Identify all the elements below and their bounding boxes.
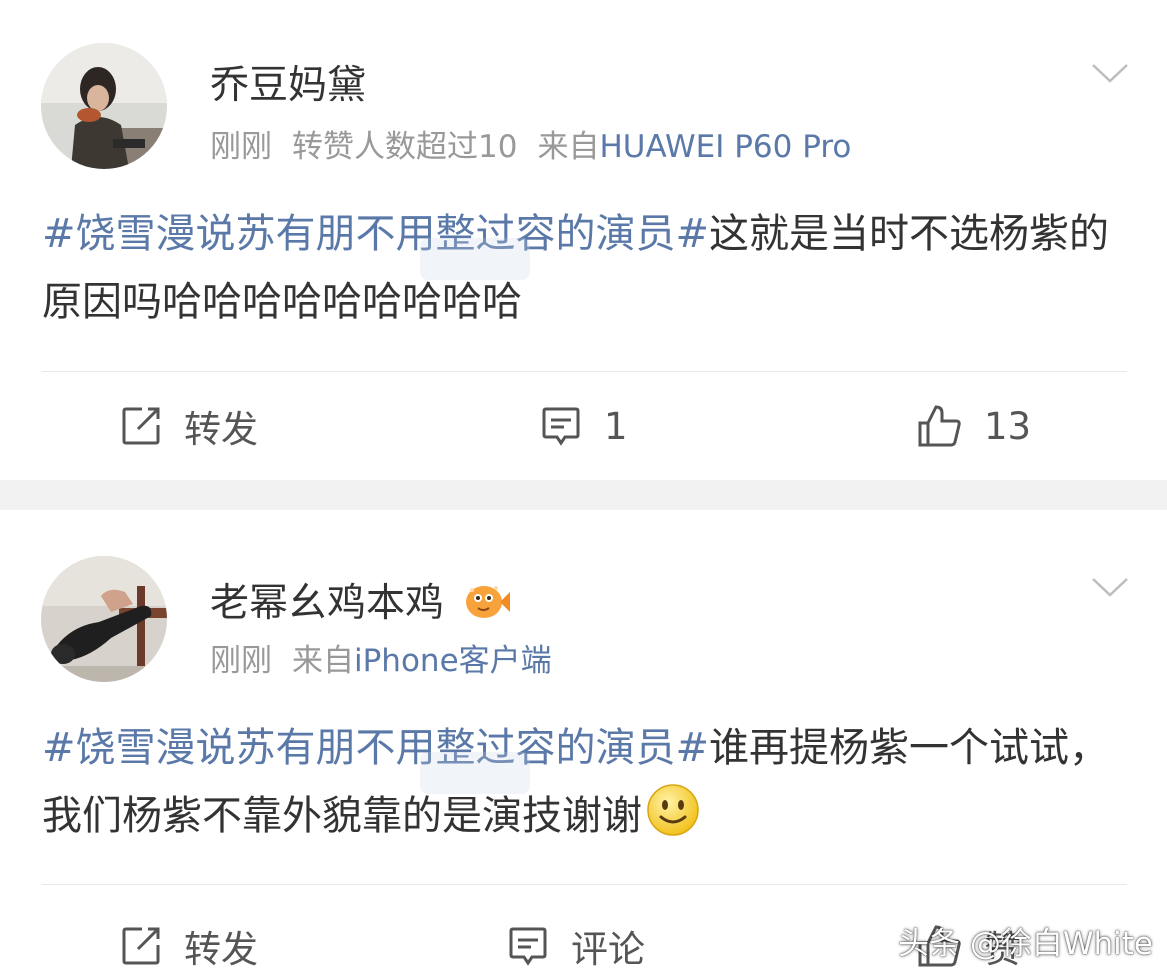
fish-badge-icon	[466, 586, 511, 618]
source-device-link[interactable]: iPhone客户端	[354, 643, 552, 679]
post-separator	[0, 480, 1167, 510]
post-content: #饶雪漫说苏有朋不用整过容的演员#这就是当时不选杨紫的原因吗哈哈哈哈哈哈哈哈哈	[42, 200, 1127, 336]
source-device-link[interactable]: HUAWEI P60 Pro	[599, 129, 851, 165]
repost-label: 转发	[184, 928, 258, 971]
post-meta: 刚刚 来自iPhone客户端	[210, 646, 552, 677]
like-icon	[918, 405, 961, 447]
avatar[interactable]	[41, 556, 167, 682]
image-watermark-mark	[420, 238, 530, 280]
source-prefix: 来自	[537, 129, 600, 165]
avatar-photo-icon	[41, 43, 167, 169]
divider	[42, 371, 1127, 372]
username-text: 老幂幺鸡本鸡	[210, 581, 445, 626]
watermark-text: 头条 @徐白White	[898, 926, 1153, 962]
comment-label: 评论	[571, 928, 645, 971]
repost-label: 转发	[184, 408, 258, 451]
avatar-photo-icon	[41, 556, 167, 682]
username[interactable]: 乔豆妈黛	[210, 66, 366, 105]
topic-link[interactable]: #饶雪漫说苏有朋不用整过容的演员#	[42, 725, 709, 771]
source-prefix: 来自	[292, 643, 354, 679]
repost-icon	[122, 407, 160, 445]
comment-button[interactable]: 评论	[507, 922, 645, 971]
post-content: #饶雪漫说苏有朋不用整过容的演员#谁再提杨紫一个试试，我们杨紫不靠外貌靠的是演技…	[42, 714, 1127, 850]
repost-button[interactable]: 转发	[120, 402, 258, 451]
feed-post: 乔豆妈黛 刚刚 转赞人数超过10 来自HUAWEI P60 Pro #饶雪漫说苏有朋…	[0, 0, 1167, 480]
feed-post: 老幂幺鸡本鸡 刚刚 来自iPhone客户端 #饶雪漫说苏有朋不用整过容的演员#谁再…	[0, 510, 1167, 978]
chevron-down-icon[interactable]	[1091, 576, 1129, 598]
post-time: 刚刚	[210, 129, 272, 165]
topic-link[interactable]: #饶雪漫说苏有朋不用整过容的演员#	[42, 211, 709, 257]
like-button[interactable]: 13	[916, 402, 1031, 450]
repost-note: 转赞人数超过10	[292, 129, 518, 165]
repost-button[interactable]: 转发	[120, 922, 258, 971]
like-count: 13	[984, 404, 1032, 448]
comment-count: 1	[604, 404, 628, 448]
comment-icon	[509, 927, 547, 966]
comment-button[interactable]: 1	[540, 402, 628, 450]
avatar[interactable]	[41, 43, 167, 169]
post-time: 刚刚	[210, 643, 272, 679]
image-watermark-mark	[420, 752, 530, 794]
comment-icon	[542, 407, 580, 446]
post-meta: 刚刚 转赞人数超过10 来自HUAWEI P60 Pro	[210, 132, 851, 163]
divider	[42, 884, 1127, 885]
repost-icon	[122, 927, 160, 965]
chevron-down-icon[interactable]	[1091, 62, 1129, 84]
smiley-emoji-icon	[647, 784, 699, 836]
username[interactable]: 老幂幺鸡本鸡	[210, 580, 512, 624]
